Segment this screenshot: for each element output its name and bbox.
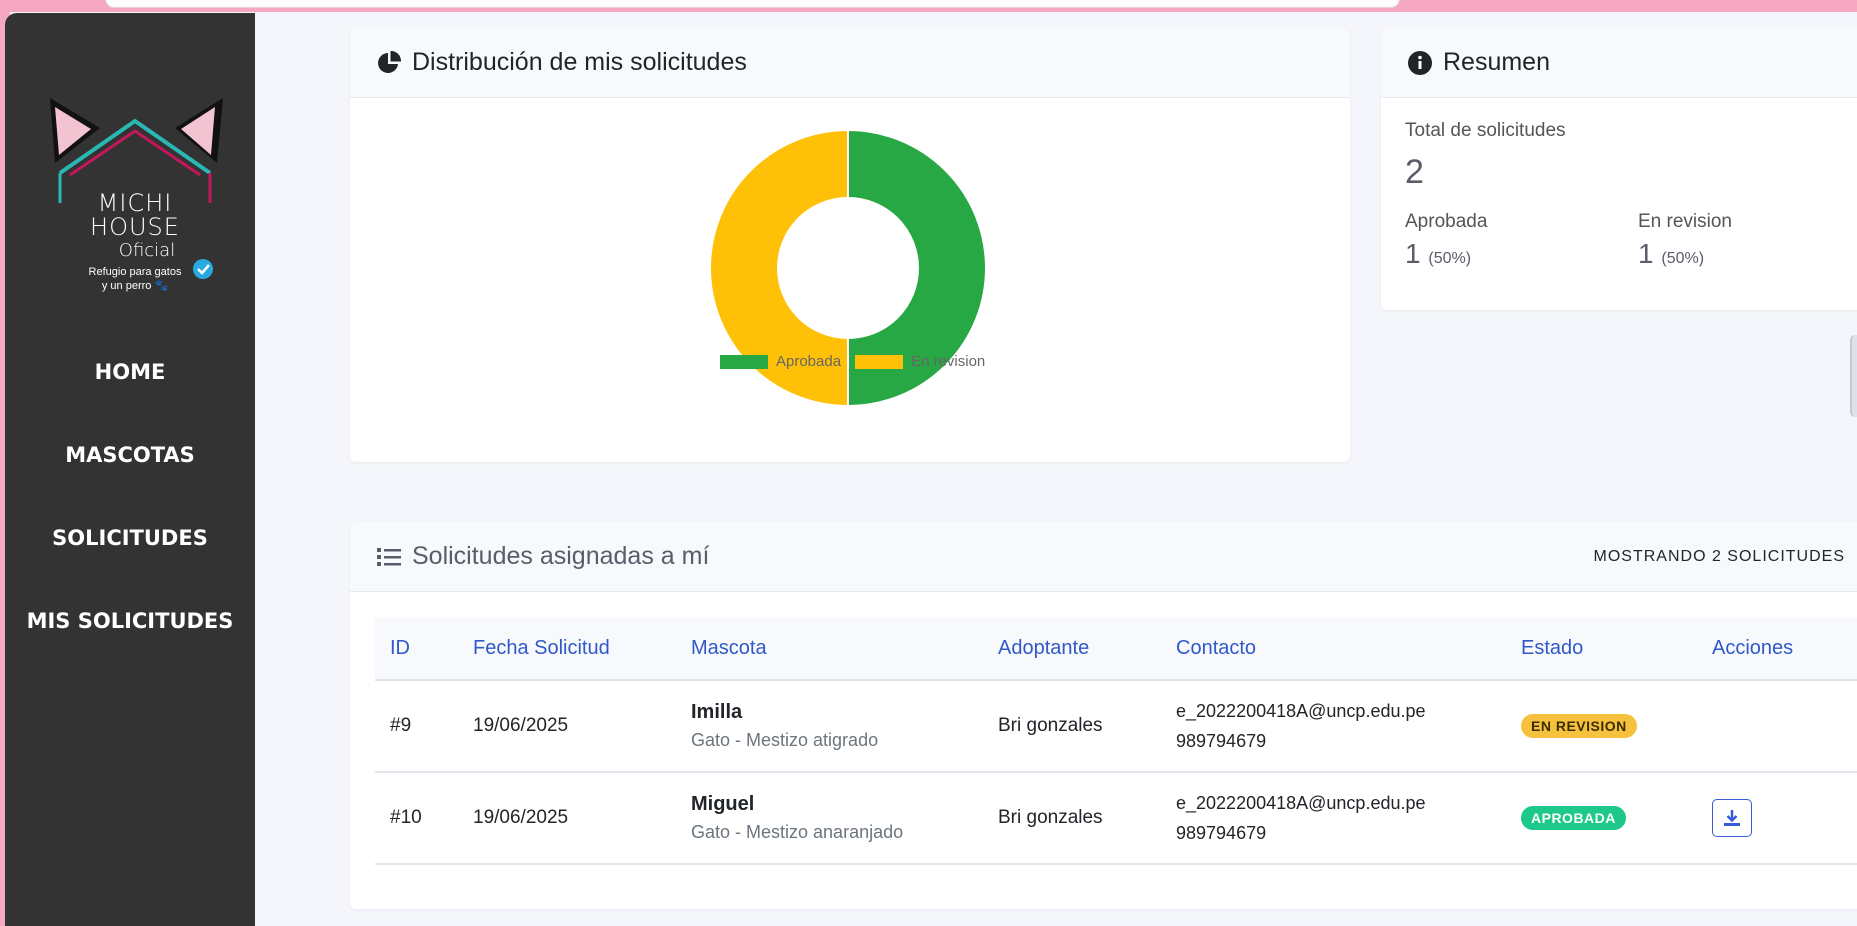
col-contacto[interactable]: Contacto bbox=[1161, 618, 1506, 681]
cell-adopter: Bri gonzales bbox=[983, 680, 1161, 773]
sidebar-item-mascotas[interactable]: MASCOTAS bbox=[5, 443, 255, 467]
table-row[interactable]: #10 19/06/2025 Miguel Gato - Mestizo ana… bbox=[375, 772, 1857, 865]
cell-date: 19/06/2025 bbox=[458, 772, 676, 865]
sidebar: MICHI HOUSE Oficial Refugio para gatos y… bbox=[5, 13, 255, 926]
michi-house-logo[interactable]: MICHI HOUSE Oficial Refugio para gatos y… bbox=[45, 93, 225, 293]
assigned-requests-card: Solicitudes asignadas a mí MOSTRANDO 2 S… bbox=[350, 522, 1857, 909]
approved-pct: (50%) bbox=[1428, 250, 1472, 267]
logo-tagline-line2: y un perro 🐾 bbox=[101, 280, 169, 292]
approved-value: 1 bbox=[1405, 238, 1421, 269]
distribution-title: Distribución de mis solicitudes bbox=[412, 48, 747, 76]
pet-name: Imilla bbox=[691, 701, 743, 723]
col-adoptante[interactable]: Adoptante bbox=[983, 618, 1161, 681]
total-label: Total de solicitudes bbox=[1405, 120, 1566, 141]
donut-chart bbox=[708, 128, 988, 413]
logo-tagline: Refugio para gatos y un perro 🐾 bbox=[45, 265, 225, 293]
contact-email: e_2022200418A@uncp.edu.pe bbox=[1176, 793, 1426, 813]
legend-swatch-aprobada bbox=[720, 354, 768, 369]
summary-card-header: Resumen bbox=[1381, 28, 1857, 98]
approved-label: Aprobada bbox=[1405, 211, 1488, 232]
chart-legend: Aprobada En revision bbox=[720, 353, 999, 370]
col-acciones[interactable]: Acciones bbox=[1697, 618, 1857, 681]
approved-count: 1 (50%) bbox=[1405, 238, 1471, 270]
sidebar-item-solicitudes[interactable]: SOLICITUDES bbox=[5, 526, 255, 550]
table-header-row: ID Fecha Solicitud Mascota Adoptante Con… bbox=[375, 618, 1857, 681]
review-pct: (50%) bbox=[1661, 250, 1705, 267]
pet-detail: Gato - Mestizo atigrado bbox=[691, 730, 879, 750]
pie-chart-icon bbox=[378, 50, 402, 73]
distribution-card: Distribución de mis solicitudes Aprobada… bbox=[350, 28, 1350, 462]
review-count: 1 (50%) bbox=[1638, 238, 1704, 270]
showing-count: MOSTRANDO 2 SOLICITUDES bbox=[1593, 548, 1845, 565]
assigned-title: Solicitudes asignadas a mí bbox=[412, 542, 710, 570]
cell-actions bbox=[1697, 772, 1857, 865]
list-icon bbox=[377, 547, 401, 566]
col-id[interactable]: ID bbox=[375, 618, 458, 681]
pet-name: Miguel bbox=[691, 793, 755, 815]
cell-pet: Imilla Gato - Mestizo atigrado bbox=[676, 680, 983, 773]
sidebar-item-mis-solicitudes[interactable]: MIS SOLICITUDES bbox=[5, 609, 255, 633]
total-value: 2 bbox=[1405, 153, 1424, 191]
table-row[interactable]: #9 19/06/2025 Imilla Gato - Mestizo atig… bbox=[375, 680, 1857, 773]
cell-actions bbox=[1697, 680, 1857, 773]
summary-card: Resumen Total de solicitudes 2 Aprobada … bbox=[1381, 28, 1857, 310]
col-fecha[interactable]: Fecha Solicitud bbox=[458, 618, 676, 681]
distribution-card-header: Distribución de mis solicitudes bbox=[350, 28, 1350, 98]
legend-label-aprobada: Aprobada bbox=[776, 353, 842, 370]
status-badge: APROBADA bbox=[1521, 806, 1626, 830]
col-mascota[interactable]: Mascota bbox=[676, 618, 983, 681]
logo-tagline-line1: Refugio para gatos bbox=[88, 266, 182, 278]
cell-contact: e_2022200418A@uncp.edu.pe 989794679 bbox=[1161, 772, 1506, 865]
sidebar-item-home[interactable]: HOME bbox=[5, 360, 255, 384]
contact-phone: 989794679 bbox=[1176, 823, 1267, 843]
cell-status: EN REVISION bbox=[1506, 680, 1697, 773]
info-circle-icon bbox=[1408, 50, 1432, 75]
cell-date: 19/06/2025 bbox=[458, 680, 676, 773]
review-label: En revision bbox=[1638, 211, 1732, 232]
browser-address-bar[interactable] bbox=[105, 0, 1400, 8]
logo-text-house: HOUSE bbox=[90, 213, 180, 241]
pet-detail: Gato - Mestizo anaranjado bbox=[691, 822, 904, 842]
requests-table: ID Fecha Solicitud Mascota Adoptante Con… bbox=[375, 618, 1857, 865]
review-value: 1 bbox=[1638, 238, 1654, 269]
window-corner-icon bbox=[1790, 0, 1806, 6]
side-panel-toggle[interactable] bbox=[1850, 335, 1857, 417]
cell-adopter: Bri gonzales bbox=[983, 772, 1161, 865]
status-badge: EN REVISION bbox=[1521, 714, 1637, 738]
cell-id: #9 bbox=[375, 680, 458, 773]
cell-status: APROBADA bbox=[1506, 772, 1697, 865]
cell-id: #10 bbox=[375, 772, 458, 865]
legend-swatch-en-revision bbox=[855, 354, 904, 369]
cell-pet: Miguel Gato - Mestizo anaranjado bbox=[676, 772, 983, 865]
contact-email: e_2022200418A@uncp.edu.pe bbox=[1176, 701, 1426, 721]
logo-text-oficial: Oficial bbox=[118, 240, 176, 261]
download-icon bbox=[1724, 810, 1740, 826]
cell-contact: e_2022200418A@uncp.edu.pe 989794679 bbox=[1161, 680, 1506, 773]
contact-phone: 989794679 bbox=[1176, 731, 1267, 751]
col-estado[interactable]: Estado bbox=[1506, 618, 1697, 681]
legend-label-en-revision: En revision bbox=[911, 353, 986, 370]
assigned-card-header: Solicitudes asignadas a mí MOSTRANDO 2 S… bbox=[350, 522, 1857, 592]
summary-title: Resumen bbox=[1443, 48, 1550, 76]
download-button[interactable] bbox=[1712, 799, 1752, 837]
